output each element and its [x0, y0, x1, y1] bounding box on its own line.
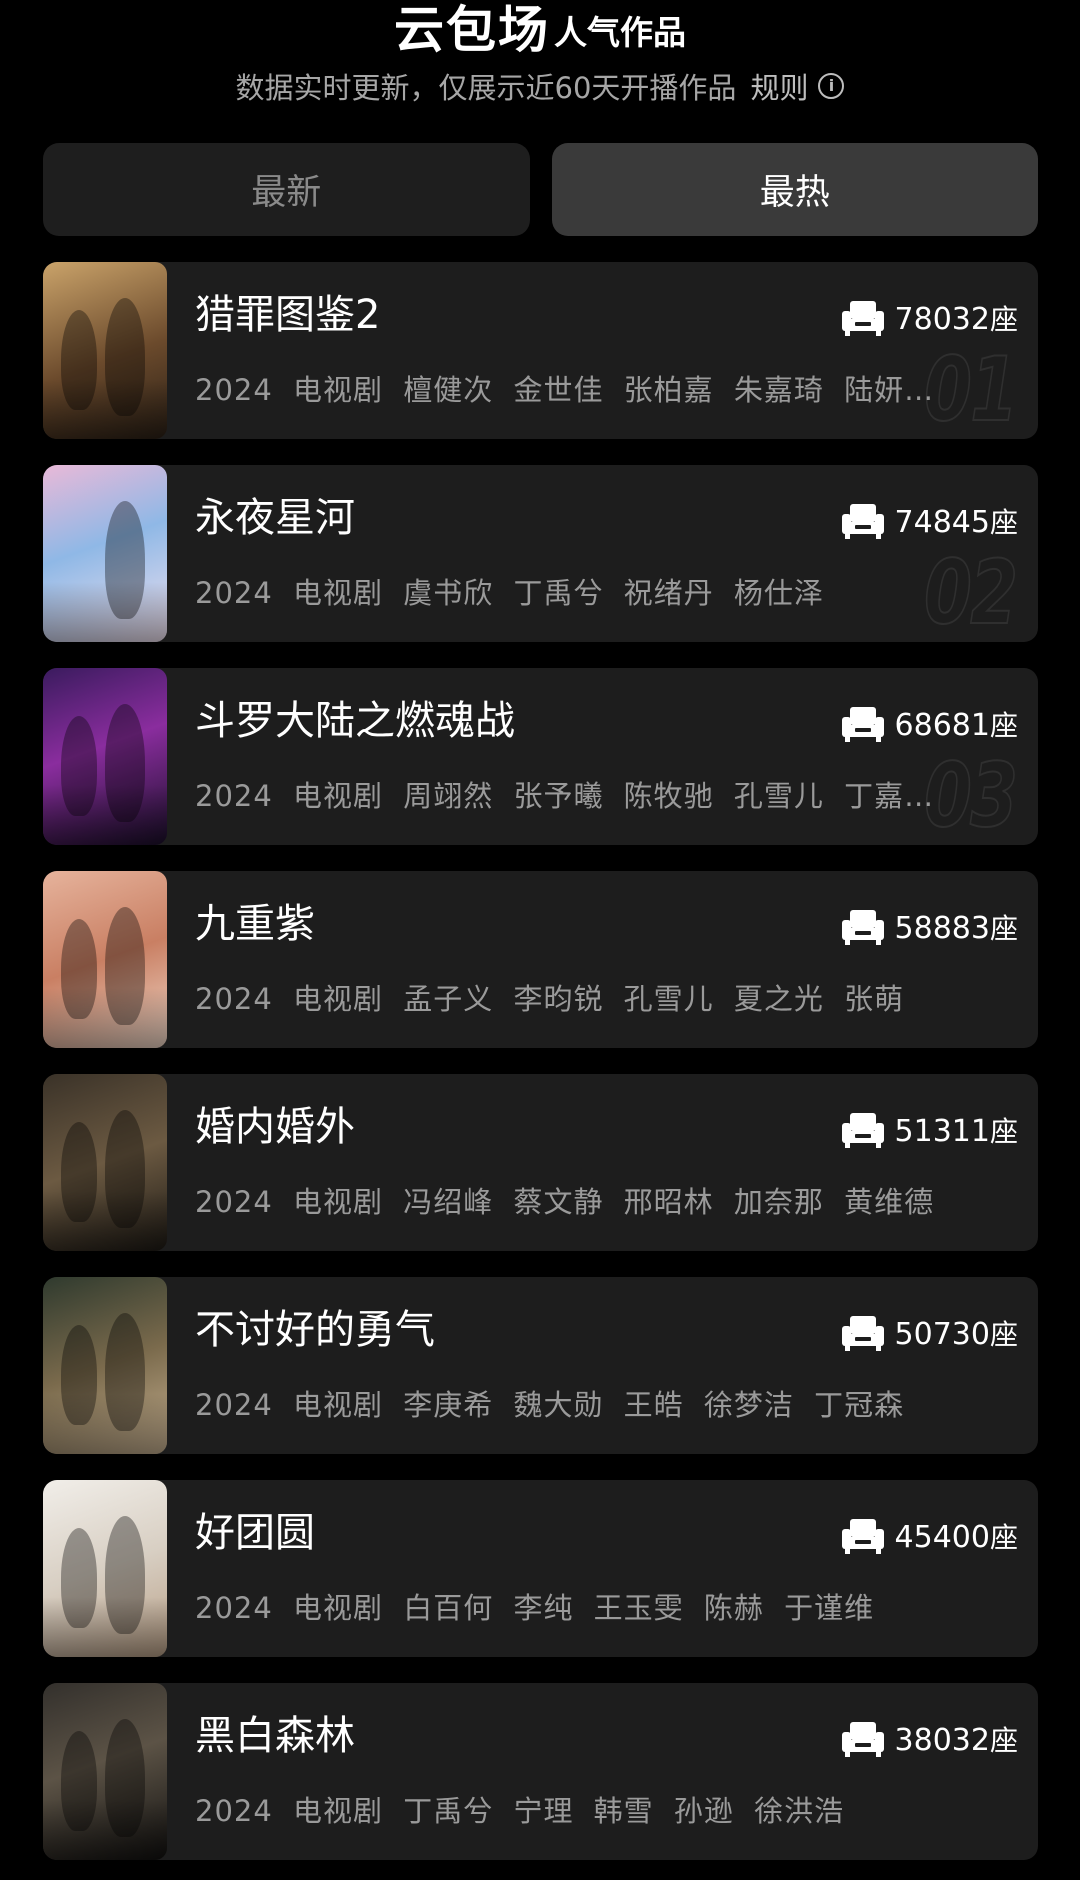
seat-unit: 座	[989, 1724, 1018, 1757]
list-item[interactable]: 婚内婚外 51311座 2024 电视剧 冯绍峰 蔡文静 邢昭林 加奈那 黄维德	[43, 1074, 1038, 1251]
poster-image	[43, 1074, 167, 1251]
work-title: 斗罗大陆之燃魂战	[195, 698, 515, 744]
title-suffix: 人气作品	[554, 13, 686, 52]
work-meta: 2024 电视剧 冯绍峰 蔡文静 邢昭林 加奈那 黄维德	[195, 1185, 935, 1219]
seat-unit: 座	[989, 506, 1018, 539]
sofa-icon	[841, 707, 884, 742]
tab-hottest[interactable]: 最热	[551, 143, 1038, 236]
poster-image	[43, 1480, 167, 1657]
seat-number: 68681	[894, 708, 990, 743]
seat-count: 38032座	[841, 1719, 1018, 1759]
list-item[interactable]: 好团圆 45400座 2024 电视剧 白百何 李纯 王玉雯 陈赫 于谨维	[43, 1480, 1038, 1657]
poster-image	[43, 1277, 167, 1454]
work-meta: 2024 电视剧 孟子义 李昀锐 孔雪儿 夏之光 张萌	[195, 982, 905, 1016]
seat-number: 78032	[894, 302, 990, 337]
sofa-icon	[841, 1722, 884, 1757]
work-meta: 2024 电视剧 虞书欣 丁禹兮 祝绪丹 杨仕泽	[195, 576, 824, 610]
seat-unit: 座	[989, 709, 1018, 742]
poster-image	[43, 465, 167, 642]
seat-unit: 座	[989, 1115, 1018, 1148]
sofa-icon	[841, 1113, 884, 1148]
header: 云包场 人气作品 数据实时更新，仅展示近60天开播作品 规则 i	[0, 0, 1080, 130]
work-title: 不讨好的勇气	[195, 1307, 435, 1353]
seat-count: 51311座	[841, 1110, 1018, 1150]
work-meta: 2024 电视剧 李庚希 魏大勋 王皓 徐梦洁 丁冠森	[195, 1388, 905, 1422]
poster-image	[43, 262, 167, 439]
works-list: 猎罪图鉴2 78032座 2024 电视剧 檀健次 金世佳 张柏嘉 朱嘉琦 陆妍…	[43, 262, 1038, 1880]
seat-number: 45400	[894, 1520, 990, 1555]
work-title: 猎罪图鉴2	[195, 292, 381, 338]
work-title: 永夜星河	[195, 495, 355, 541]
sofa-icon	[841, 1316, 884, 1351]
seat-count: 45400座	[841, 1516, 1018, 1556]
list-item[interactable]: 永夜星河 74845座 2024 电视剧 虞书欣 丁禹兮 祝绪丹 杨仕泽 02	[43, 465, 1038, 642]
sofa-icon	[841, 910, 884, 945]
sort-tabs: 最新 最热	[43, 143, 1038, 236]
seat-unit: 座	[989, 303, 1018, 336]
seat-count: 74845座	[841, 501, 1018, 541]
list-item[interactable]: 黑白森林 38032座 2024 电视剧 丁禹兮 宁理 韩雪 孙逊 徐洪浩	[43, 1683, 1038, 1860]
list-item[interactable]: 斗罗大陆之燃魂战 68681座 2024 电视剧 周翊然 张予曦 陈牧驰 孔雪儿…	[43, 668, 1038, 845]
seat-unit: 座	[989, 912, 1018, 945]
rules-link[interactable]: 规则	[750, 65, 808, 107]
poster-image	[43, 871, 167, 1048]
work-meta: 2024 电视剧 周翊然 张予曦 陈牧驰 孔雪儿 丁嘉…	[195, 779, 935, 813]
seat-count: 78032座	[841, 298, 1018, 338]
work-title: 黑白森林	[195, 1713, 355, 1759]
seat-count: 68681座	[841, 704, 1018, 744]
work-meta: 2024 电视剧 白百何 李纯 王玉雯 陈赫 于谨维	[195, 1591, 875, 1625]
work-meta: 2024 电视剧 丁禹兮 宁理 韩雪 孙逊 徐洪浩	[195, 1794, 845, 1828]
poster-image	[43, 668, 167, 845]
title-main: 云包场	[394, 1, 550, 59]
list-item[interactable]: 不讨好的勇气 50730座 2024 电视剧 李庚希 魏大勋 王皓 徐梦洁 丁冠…	[43, 1277, 1038, 1454]
work-title: 好团圆	[195, 1510, 315, 1556]
seat-unit: 座	[989, 1318, 1018, 1351]
seat-number: 38032	[894, 1723, 990, 1758]
list-item[interactable]: 九重紫 58883座 2024 电视剧 孟子义 李昀锐 孔雪儿 夏之光 张萌	[43, 871, 1038, 1048]
info-icon[interactable]: i	[818, 73, 845, 99]
sofa-icon	[841, 504, 884, 539]
seat-unit: 座	[989, 1521, 1018, 1554]
seat-number: 74845	[894, 505, 990, 540]
work-title: 婚内婚外	[195, 1104, 355, 1150]
sofa-icon	[841, 301, 884, 336]
page-title: 云包场 人气作品	[0, 0, 1080, 58]
subtitle-row: 数据实时更新，仅展示近60天开播作品 规则 i	[0, 66, 1080, 106]
list-item[interactable]: 猎罪图鉴2 78032座 2024 电视剧 檀健次 金世佳 张柏嘉 朱嘉琦 陆妍…	[43, 262, 1038, 439]
seat-number: 58883	[894, 911, 990, 946]
sofa-icon	[841, 1519, 884, 1554]
seat-number: 50730	[894, 1317, 990, 1352]
work-meta: 2024 电视剧 檀健次 金世佳 张柏嘉 朱嘉琦 陆妍…	[195, 373, 935, 407]
seat-number: 51311	[894, 1114, 990, 1149]
tab-latest[interactable]: 最新	[43, 143, 530, 236]
popular-works-page: 云包场 人气作品 数据实时更新，仅展示近60天开播作品 规则 i 最新 最热 猎…	[0, 0, 1080, 1880]
subtitle-text: 数据实时更新，仅展示近60天开播作品	[235, 71, 737, 105]
work-title: 九重紫	[195, 901, 315, 947]
seat-count: 50730座	[841, 1313, 1018, 1353]
seat-count: 58883座	[841, 907, 1018, 947]
poster-image	[43, 1683, 167, 1860]
